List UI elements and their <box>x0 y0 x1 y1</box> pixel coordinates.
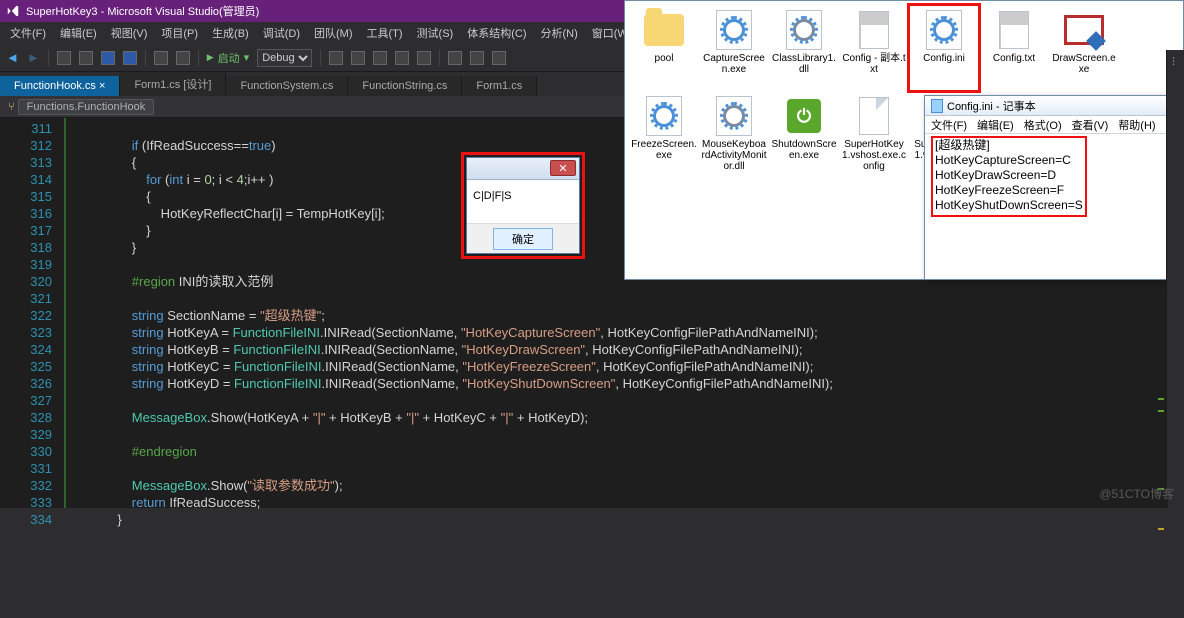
overlay-panel: pool CaptureScreen.exe ClassLibrary1.dll… <box>624 0 1184 280</box>
menu-team[interactable]: 团队(M) <box>308 23 359 43</box>
file-label: FreezeScreen.exe <box>629 139 699 161</box>
toolbar-icon-a[interactable] <box>329 51 343 65</box>
messagebox-text: C|D|F|S <box>467 180 579 223</box>
dock-tab-a[interactable]: … <box>1170 56 1181 66</box>
menu-arch[interactable]: 体系结构(C) <box>461 23 532 43</box>
file-label: Config.txt <box>991 53 1037 64</box>
menu-file[interactable]: 文件(F) <box>4 23 52 43</box>
menu-analyze[interactable]: 分析(N) <box>535 23 584 43</box>
file-label: DrawScreen.exe <box>1049 53 1119 75</box>
txt-icon <box>993 9 1035 51</box>
file-item[interactable]: ⏻ ShutdownScreen.exe <box>769 91 839 177</box>
messagebox: ✕ C|D|F|S 确定 <box>466 157 580 254</box>
save-all-icon[interactable] <box>123 51 137 65</box>
new-icon[interactable] <box>57 51 71 65</box>
nav-back-icon[interactable]: ◄ <box>6 50 19 65</box>
configtxt-icon <box>923 9 965 51</box>
save-icon[interactable] <box>101 51 115 65</box>
file-label: ShutdownScreen.exe <box>769 139 839 161</box>
watermark: @51CTO博客 <box>1099 485 1174 502</box>
exe-icon <box>643 95 685 137</box>
tab-form1[interactable]: Form1.cs <box>462 76 537 96</box>
exe-icon <box>713 9 755 51</box>
toolbar-icon-c[interactable] <box>373 51 387 65</box>
right-dock: … <box>1166 50 1184 490</box>
draw-icon <box>1063 9 1105 51</box>
messagebox-titlebar[interactable]: ✕ <box>467 158 579 180</box>
toolbar-icon-g[interactable] <box>470 51 484 65</box>
tab-functionhook[interactable]: FunctionHook.cs × <box>0 76 120 96</box>
vs-logo-icon <box>6 4 20 18</box>
np-menu-file[interactable]: 文件(F) <box>931 117 967 133</box>
toolbar-icon-f[interactable] <box>448 51 462 65</box>
tab-functionstring[interactable]: FunctionString.cs <box>348 76 462 96</box>
np-menu-edit[interactable]: 编辑(E) <box>977 117 1014 133</box>
tab-functionsystem[interactable]: FunctionSystem.cs <box>226 76 348 96</box>
file-item[interactable]: Config - 副本.txt <box>839 5 909 91</box>
undo-icon[interactable] <box>154 51 168 65</box>
tab-form1-design[interactable]: Form1.cs [设计] <box>120 72 226 96</box>
notepad-menubar: 文件(F) 编辑(E) 格式(O) 查看(V) 帮助(H) <box>925 116 1183 134</box>
file-item[interactable]: SuperHotKey1.vshost.exe.config <box>839 91 909 177</box>
file-item[interactable]: FreezeScreen.exe <box>629 91 699 177</box>
menu-test[interactable]: 测试(S) <box>411 23 460 43</box>
open-icon[interactable] <box>79 51 93 65</box>
notepad-title: Config.ini - 记事本 <box>947 98 1036 114</box>
redo-icon[interactable] <box>176 51 190 65</box>
shutdown-icon: ⏻ <box>783 95 825 137</box>
ini-content-highlight: [超级热键]HotKeyCaptureScreen=CHotKeyDrawScr… <box>931 136 1087 217</box>
file-item[interactable]: ClassLibrary1.dll <box>769 5 839 91</box>
file-label: SuperHotKey1.vshost.exe.config <box>839 139 909 172</box>
messagebox-highlight: ✕ C|D|F|S 确定 <box>461 152 585 259</box>
vs-title: SuperHotKey3 - Microsoft Visual Studio(管… <box>26 3 259 19</box>
dll-icon <box>783 9 825 51</box>
config-select[interactable]: Debug <box>257 49 312 67</box>
nav-fwd-icon[interactable]: ► <box>27 50 40 65</box>
notepad-window[interactable]: Config.ini - 记事本 文件(F) 编辑(E) 格式(O) 查看(V)… <box>924 95 1184 280</box>
file-label: CaptureScreen.exe <box>699 53 769 75</box>
dll-icon <box>713 95 755 137</box>
toolbar-icon-d[interactable] <box>395 51 409 65</box>
file-label: pool <box>653 53 676 64</box>
tab-close-icon[interactable]: × <box>99 80 105 92</box>
notepad-titlebar[interactable]: Config.ini - 记事本 <box>925 96 1183 116</box>
file-label: ClassLibrary1.dll <box>769 53 839 75</box>
menu-tools[interactable]: 工具(T) <box>361 23 409 43</box>
toolbar-icon-h[interactable] <box>492 51 506 65</box>
menu-edit[interactable]: 编辑(E) <box>54 23 103 43</box>
messagebox-close-icon[interactable]: ✕ <box>550 160 576 176</box>
toolbar-icon-b[interactable] <box>351 51 365 65</box>
file-label: MouseKeyboardActivityMonitor.dll <box>699 139 769 172</box>
toolbar-icon-e[interactable] <box>417 51 431 65</box>
file-label: Config.ini <box>921 53 967 64</box>
start-debug-button[interactable]: 启动 ▾ <box>207 50 249 66</box>
marker-strip <box>1158 238 1164 618</box>
file-item[interactable]: DrawScreen.exe <box>1049 5 1119 91</box>
file-item[interactable]: MouseKeyboardActivityMonitor.dll <box>699 91 769 177</box>
file-item[interactable]: pool <box>629 5 699 91</box>
np-menu-format[interactable]: 格式(O) <box>1024 117 1062 133</box>
txt-icon <box>853 9 895 51</box>
menu-project[interactable]: 项目(P) <box>155 23 204 43</box>
breadcrumb-class[interactable]: Functions.FunctionHook <box>18 99 155 115</box>
notepad-body[interactable]: [超级热键]HotKeyCaptureScreen=CHotKeyDrawScr… <box>925 134 1183 219</box>
np-menu-view[interactable]: 查看(V) <box>1072 117 1109 133</box>
file-item[interactable]: Config.txt <box>979 5 1049 91</box>
menu-build[interactable]: 生成(B) <box>206 23 255 43</box>
menu-debug[interactable]: 调试(D) <box>257 23 306 43</box>
page-icon <box>853 95 895 137</box>
file-item[interactable]: CaptureScreen.exe <box>699 5 769 91</box>
line-gutter: 3113123133143153163173183193203213223233… <box>0 118 62 508</box>
file-label: Config - 副本.txt <box>839 53 909 75</box>
notepad-icon <box>931 99 943 113</box>
messagebox-ok-button[interactable]: 确定 <box>493 228 553 250</box>
folder-icon <box>643 9 685 51</box>
file-item[interactable]: Config.ini <box>909 5 979 91</box>
menu-view[interactable]: 视图(V) <box>105 23 154 43</box>
np-menu-help[interactable]: 帮助(H) <box>1118 117 1155 133</box>
